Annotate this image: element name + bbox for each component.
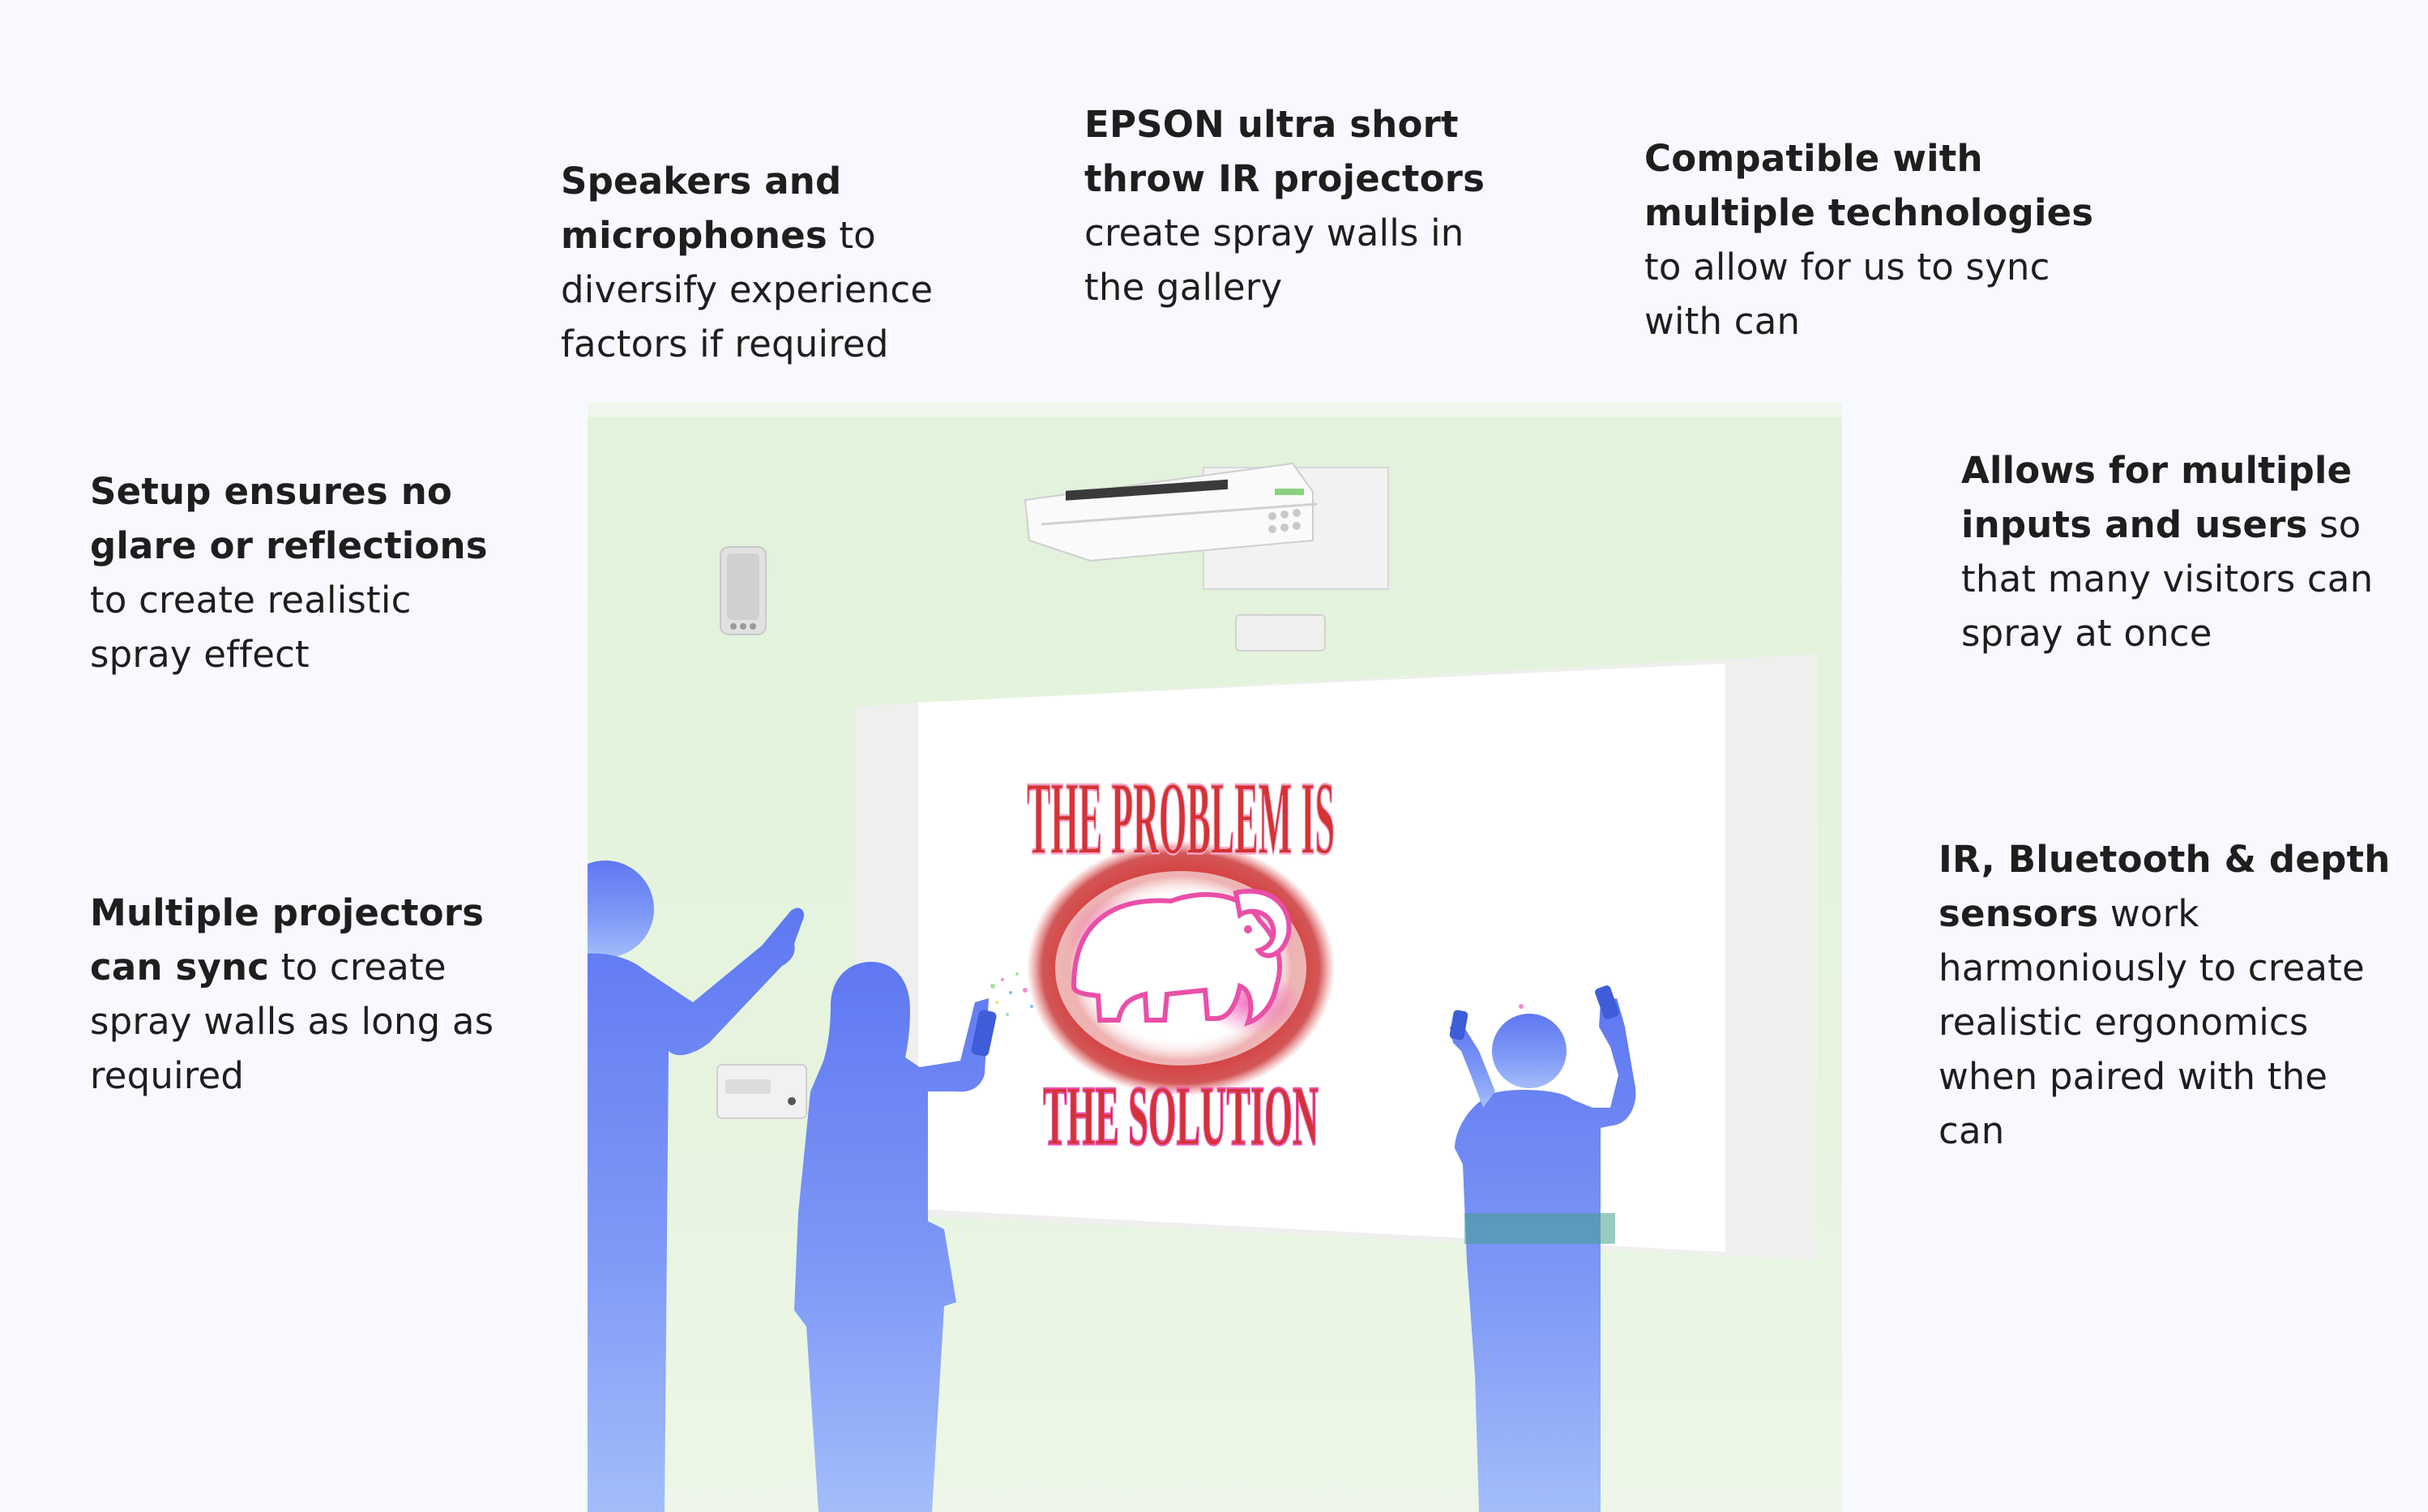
caption-epson-rest: create spray walls in the gallery [1084, 211, 1464, 309]
caption-speakers-bold: Speakers and microphones [561, 160, 842, 257]
caption-glare-rest: to create realistic spray effect [90, 579, 412, 676]
artwork-top-text: THE PROBLEM IS [1027, 760, 1335, 877]
artwork-bottom-text: THE SOLUTION [1043, 1070, 1319, 1164]
caption-no-glare: Setup ensures no glare or reflections to… [90, 464, 511, 681]
caption-multiple-inputs: Allows for multiple inputs and users so … [1961, 443, 2399, 660]
speaker-icon [720, 546, 767, 635]
caption-sensors: IR, Bluetooth & depth sensors work harmo… [1939, 832, 2392, 1158]
screen-bottom-band [1464, 1213, 1615, 1244]
caption-compatible-bold: Compatible with multiple technologies [1644, 137, 2094, 234]
sensor-box-icon [716, 1064, 807, 1119]
ceiling-strip [588, 403, 1842, 417]
caption-projectors-sync: Multiple projectors can sync to create s… [90, 886, 511, 1103]
caption-epson-bold: EPSON ultra short throw IR projectors [1084, 103, 1485, 200]
caption-glare-bold: Setup ensures no glare or reflections [90, 470, 488, 567]
caption-speakers-microphones: Speakers and microphones to diversify ex… [561, 154, 982, 371]
spray-artwork: THE PROBLEM IS THE SOLUTION [1026, 759, 1336, 1164]
gallery-scene-illustration: THE PROBLEM IS THE SOLUTION [588, 403, 1842, 1512]
caption-inputs-bold: Allows for multiple inputs and users [1961, 449, 2353, 546]
caption-epson-projectors: EPSON ultra short throw IR projectors cr… [1084, 97, 1506, 314]
caption-compatible-rest: to allow for us to sync with can [1644, 246, 2050, 343]
caption-compatible-technologies: Compatible with multiple technologies to… [1644, 131, 2098, 348]
